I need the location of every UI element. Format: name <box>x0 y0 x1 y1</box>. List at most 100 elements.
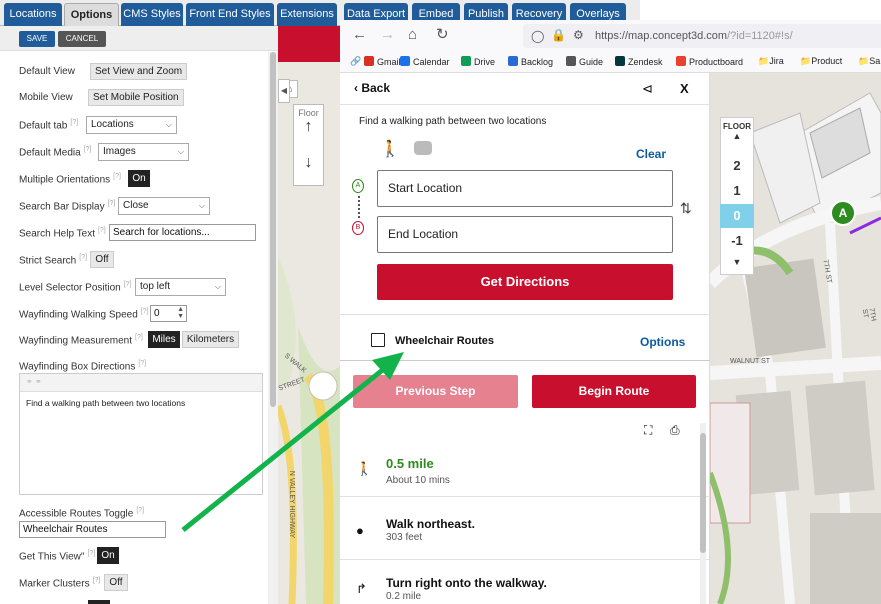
miles-option[interactable]: Miles <box>148 331 180 348</box>
unlink-icon[interactable]: ⚭ <box>35 377 42 386</box>
panel-scrollbar-thumb[interactable] <box>700 433 706 553</box>
help-icon[interactable]: [?] <box>79 254 87 261</box>
admin-scrollbar[interactable] <box>268 52 278 604</box>
bookmark-jira[interactable]: 📁Jira <box>758 56 784 67</box>
bookmark-zendesk[interactable]: Zendesk <box>615 56 663 67</box>
bookmark-productboard[interactable]: Productboard <box>676 56 743 67</box>
floor-button-active[interactable]: 0 <box>720 204 754 228</box>
bookmark-app-icon[interactable]: 🔗 <box>350 56 361 67</box>
end-location-input[interactable]: End Location <box>377 216 673 253</box>
default-tab-select[interactable]: Locations ⌵ <box>86 116 177 134</box>
multiple-orientations-toggle[interactable]: On <box>128 170 150 187</box>
tab-cms-styles[interactable]: CMS Styles <box>121 3 183 26</box>
help-icon[interactable]: [?] <box>98 227 106 234</box>
browser-window: ← → ⌂ ↻ ◯ 🔒 ⚙ https://map.concept3d.com/… <box>340 20 881 604</box>
get-this-view-toggle[interactable]: On <box>97 547 119 564</box>
address-bar[interactable]: ◯ 🔒 ⚙ https://map.concept3d.com/?id=1120… <box>523 24 881 48</box>
admin-scrollbar-thumb[interactable] <box>270 52 276 407</box>
start-location-input[interactable]: Start Location <box>377 170 673 207</box>
save-button[interactable]: SAVE <box>19 31 55 47</box>
lock-icon[interactable]: 🔒 <box>551 28 566 42</box>
set-mobile-position-button[interactable]: Set Mobile Position <box>88 89 184 106</box>
map-view[interactable]: FLOOR ▲ 2 1 0 -1 ▼ A 7TH ST 7TH ST WALNU… <box>710 73 881 604</box>
driving-mode-icon[interactable] <box>414 141 432 155</box>
permissions-icon[interactable]: ⚙ <box>573 28 584 42</box>
arrow-up-icon[interactable]: ↑ <box>294 118 323 136</box>
link-icon[interactable]: ⚭ <box>26 377 33 386</box>
marker-clusters-toggle[interactable]: Off <box>104 574 128 591</box>
set-view-zoom-button[interactable]: Set View and Zoom <box>90 63 188 80</box>
options-link[interactable]: Options <box>640 335 685 349</box>
help-icon[interactable]: [?] <box>141 308 149 315</box>
clear-button[interactable]: Clear <box>636 147 666 161</box>
tab-extensions[interactable]: Extensions <box>277 3 337 26</box>
marker-clusters-row: Marker Clusters [?] <box>19 577 100 589</box>
stepper-icon[interactable]: ▲ ▼ <box>177 306 184 320</box>
panel-scrollbar[interactable] <box>700 423 706 604</box>
swap-icon[interactable]: ⇅ <box>680 200 692 217</box>
bookmark-sa[interactable]: 📁Sa <box>858 56 880 67</box>
back-button[interactable]: ‹ Back <box>354 81 390 95</box>
level-selector-select[interactable]: top left ⌵ <box>135 278 226 296</box>
accessible-toggle-input[interactable]: Wheelchair Routes <box>19 521 166 538</box>
tab-options[interactable]: Options <box>64 3 119 26</box>
url-path: /?id=1120#!s/ <box>727 30 793 42</box>
help-icon[interactable]: [?] <box>93 577 101 584</box>
collapse-panel-icon[interactable]: ◀ <box>278 79 290 103</box>
map-page: ‹ Back ⊲ X Find a walking path between t… <box>340 73 881 604</box>
help-icon[interactable]: [?] <box>84 146 92 153</box>
floor-button[interactable]: 2 <box>720 154 754 178</box>
previous-step-button[interactable]: Previous Step <box>353 375 518 408</box>
floor-button[interactable]: -1 <box>720 229 754 253</box>
bookmark-guide[interactable]: Guide <box>566 56 603 67</box>
start-map-marker[interactable]: A <box>830 200 856 226</box>
get-directions-button[interactable]: Get Directions <box>377 264 673 300</box>
level-selector-value: top left <box>140 281 171 292</box>
floor-down-icon[interactable]: ▼ <box>720 257 754 267</box>
kilometers-option[interactable]: Kilometers <box>182 331 239 348</box>
wheelchair-checkbox[interactable] <box>371 333 385 347</box>
bookmark-label: Productboard <box>689 57 744 67</box>
forward-arrow-icon[interactable]: → <box>380 27 395 43</box>
help-icon[interactable]: [?] <box>113 173 121 180</box>
tab-locations[interactable]: Locations <box>4 3 62 26</box>
bookmark-drive[interactable]: Drive <box>461 56 495 67</box>
back-arrow-icon[interactable]: ← <box>352 27 367 43</box>
close-button[interactable]: X <box>680 81 689 96</box>
search-help-text-input[interactable]: Search for locations... <box>109 224 256 241</box>
help-icon[interactable]: [?] <box>135 334 143 341</box>
walking-speed-input[interactable]: 0 ▲ ▼ <box>150 305 187 322</box>
bookmark-calendar[interactable]: Calendar <box>400 56 450 67</box>
strict-search-label: Strict Search <box>19 255 77 267</box>
share-icon[interactable]: ⊲ <box>642 81 653 97</box>
home-icon[interactable]: ⌂ <box>408 27 417 43</box>
street-label: N VALLEY HIGHWAY <box>288 470 296 539</box>
bookmark-backlog[interactable]: Backlog <box>508 56 553 67</box>
bookmark-product[interactable]: 📁Product <box>800 56 842 67</box>
begin-route-button[interactable]: Begin Route <box>532 375 696 408</box>
arrow-down-icon[interactable]: ↓ <box>294 154 323 172</box>
shield-icon[interactable]: ◯ <box>531 29 544 43</box>
cut-off-toggle[interactable] <box>88 600 110 604</box>
print-icon[interactable]: ⎙ <box>670 423 680 438</box>
floor-button[interactable]: 1 <box>720 179 754 203</box>
tab-front-end-styles[interactable]: Front End Styles <box>186 3 274 26</box>
expand-icon[interactable]: ⛶ <box>644 423 652 438</box>
help-icon[interactable]: [?] <box>138 360 146 367</box>
help-icon[interactable]: [?] <box>108 200 116 207</box>
reload-icon[interactable]: ↻ <box>436 27 449 43</box>
bookmark-gmail[interactable]: Gmail <box>364 56 401 67</box>
help-icon[interactable]: [?] <box>87 550 95 557</box>
help-icon[interactable]: [?] <box>136 507 144 514</box>
strict-search-toggle[interactable]: Off <box>90 251 114 268</box>
help-icon[interactable]: [?] <box>124 281 132 288</box>
search-bar-display-select[interactable]: Close ⌵ <box>118 197 210 215</box>
default-media-row: Default Media [?] <box>19 146 92 158</box>
walking-mode-icon[interactable]: 🚶 <box>380 139 400 159</box>
help-icon[interactable]: [?] <box>70 119 78 126</box>
floor-up-icon[interactable]: ▲ <box>721 131 753 141</box>
map-preview-left: ⌂ Floor ↑ ↓ ◀ S WALK STREET N VALLEY HIG… <box>278 26 340 604</box>
default-media-select[interactable]: Images ⌵ <box>98 143 189 161</box>
cancel-button[interactable]: CANCEL <box>58 31 106 47</box>
box-directions-editor[interactable]: ⚭ ⚭ Find a walking path between two loca… <box>19 373 263 495</box>
